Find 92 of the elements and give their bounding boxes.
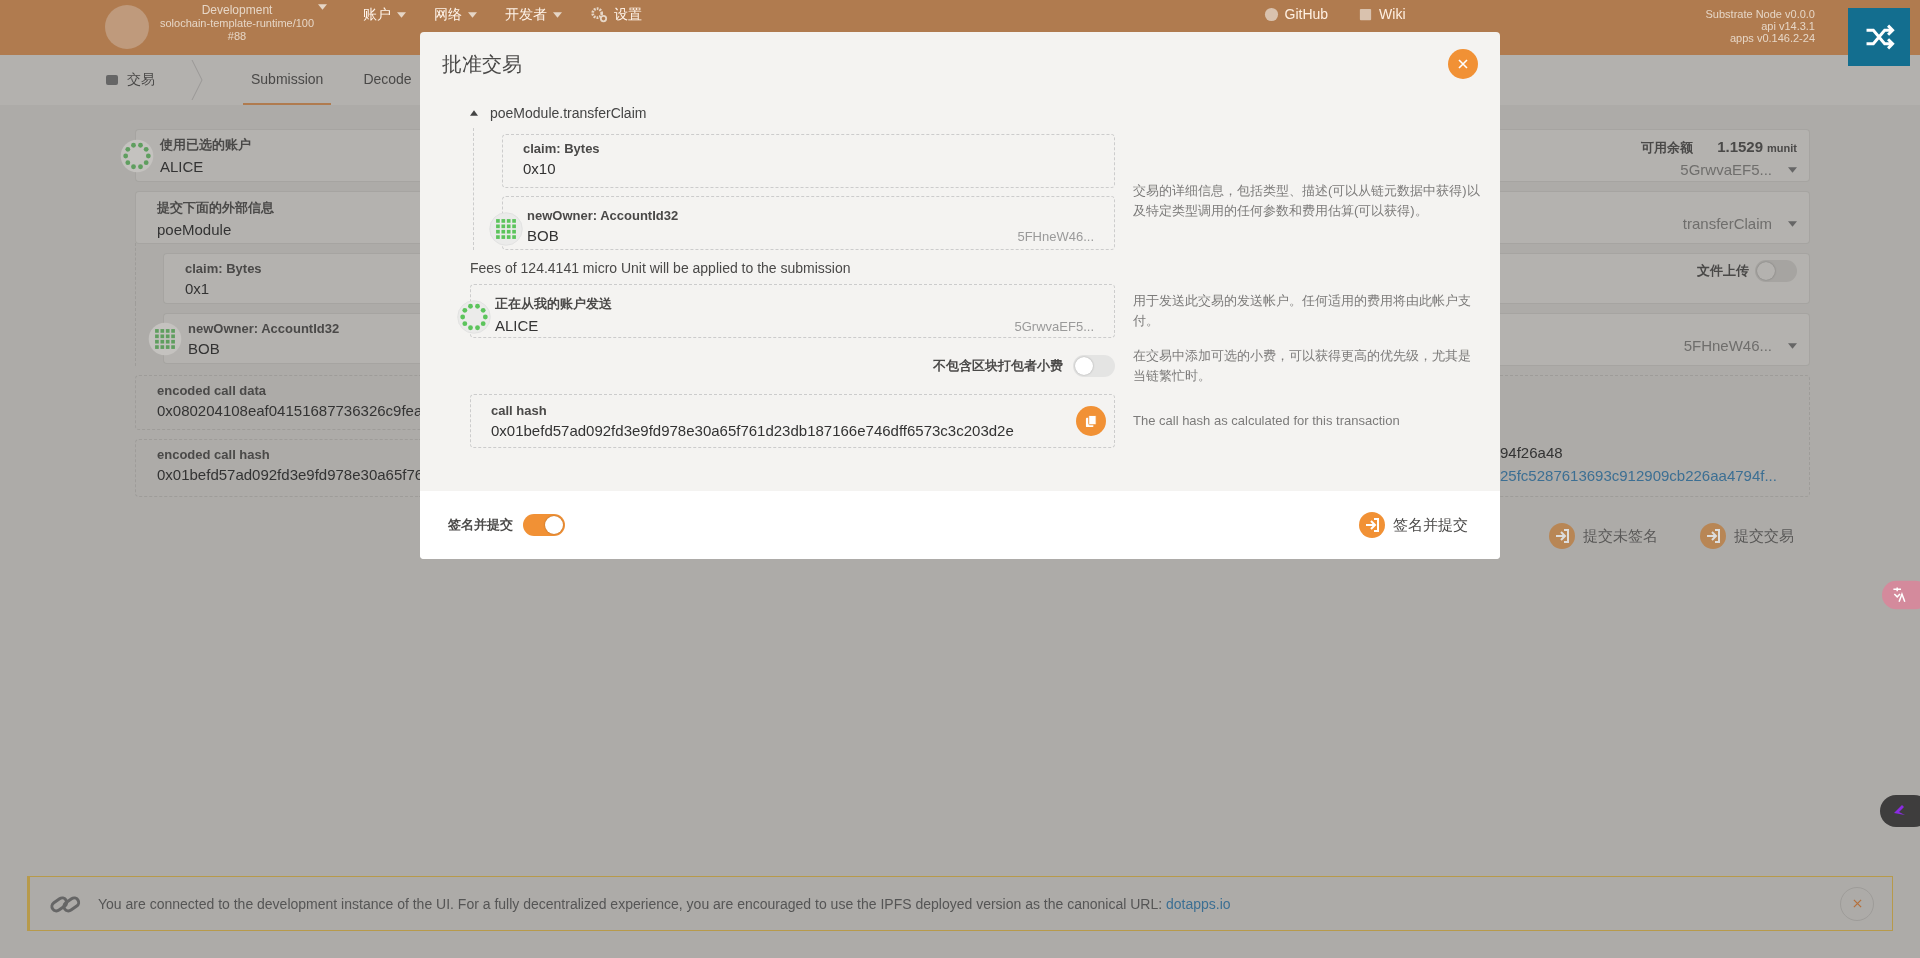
caret-icon[interactable] (1788, 342, 1797, 349)
notice-text: You are connected to the development instance of the UI. For a fully decentralized experience, you are encouraged to use the IPFS deployed version as the canonical URL: dotapps.io (98, 895, 1232, 912)
help-text: The call hash as calculated for this transaction (1133, 412, 1401, 430)
book-icon (1358, 6, 1374, 22)
submit-button[interactable]: 提交未签名 (1543, 522, 1664, 550)
close-button[interactable] (1448, 49, 1478, 79)
toggle-label: 文件上传 (1697, 262, 1749, 280)
field-label: newOwner: AccountId32 (188, 320, 340, 336)
help-text: 交易的详细信息，包括类型、描述(可以从链元数据中获得)以及特定类型调用的任何参数和费用估算(可以获得)。 (1133, 182, 1480, 220)
chain-name: Development (201, 4, 273, 17)
triangle-icon[interactable] (470, 110, 478, 116)
identicon-icon (489, 212, 523, 246)
submit-button[interactable]: 提交交易 (1694, 522, 1800, 550)
field-value: 0x10 (523, 160, 557, 177)
close-icon (1852, 899, 1862, 908)
balance-unit: munit (1767, 142, 1797, 154)
toggle-label: 签名并提交 (448, 516, 513, 534)
field-value: 0x01befd57ad092fd3e9fd978e30a65f761d23db187166e746dff6573c3c203d2e (491, 422, 1015, 439)
copy-icon (1084, 414, 1098, 428)
version-text: apps v0.146.2-24 (1730, 32, 1815, 44)
caret-icon[interactable] (1788, 220, 1797, 227)
tip-toggle[interactable] (1073, 355, 1115, 377)
call-name: poeModule.transferClaim (490, 105, 647, 121)
copy-button[interactable] (1076, 406, 1106, 436)
field-value: 0x080204108eaf04151687736326c9fea (157, 402, 420, 419)
close-icon (1458, 59, 1468, 69)
field-label: claim: Bytes (185, 261, 263, 276)
field-label: newOwner: AccountId32 (527, 208, 680, 223)
modal-title: 批准交易 (442, 51, 522, 77)
field-label: 正在从我的账户发送 (495, 294, 613, 313)
caret-icon (553, 12, 563, 18)
field-value: ALICE (495, 316, 539, 334)
tray-icon (105, 73, 119, 87)
field-label: encoded call hash (157, 447, 271, 462)
logo-icon[interactable] (104, 4, 150, 50)
field-label: 使用已选的账户 (160, 136, 251, 154)
help-text: 用于发送此交易的发送帐户。任何适用的费用将由此帐户支付。 (1133, 292, 1472, 330)
field-label: encoded call data (157, 383, 268, 398)
translate-icon[interactable] (1882, 580, 1920, 610)
header-link[interactable]: Wiki (1358, 4, 1406, 22)
help-text: 在交易中添加可选的小费，可以获得更高的优先级，尤其是当链繁忙时。 (1133, 347, 1472, 385)
identicon-icon (148, 321, 182, 356)
hash-link[interactable]: 25fc5287613693c912909cb226aa4794f... (1500, 467, 1797, 484)
notice-link[interactable]: dotapps.io (1166, 895, 1231, 912)
account-address[interactable]: 5GrwvaEF5... (1680, 161, 1772, 178)
sign-submit-button[interactable]: 签名并提交 (1353, 511, 1474, 539)
menu-item[interactable]: 设置 (584, 4, 649, 26)
field-value: poeModule (157, 221, 233, 238)
field-value: 0x01befd57ad092fd3e9fd978e30a65f76 (157, 466, 420, 483)
caret-icon[interactable] (318, 4, 328, 10)
sign-in-icon (1359, 512, 1385, 538)
field-value: ALICE (160, 158, 205, 175)
file-upload-toggle[interactable] (1755, 260, 1797, 282)
balance-value: 1.1529 (1717, 138, 1764, 155)
caret-icon (468, 12, 478, 18)
field-value: 0x1 (185, 280, 211, 297)
version-text: Substrate Node v0.0.0 (1705, 8, 1815, 20)
identicon-icon (120, 138, 154, 173)
tab[interactable]: Decode (355, 55, 420, 105)
sign-in-icon (1700, 523, 1726, 549)
call-toggle[interactable]: poeModule.transferClaim (470, 102, 1115, 124)
account-address: 5FHneW46... (1017, 229, 1094, 244)
field-label: call hash (491, 403, 548, 418)
account-address[interactable]: 5FHneW46... (1683, 337, 1772, 354)
block-number: #88 (227, 30, 247, 43)
account-address: 5GrwvaEF5... (1014, 318, 1094, 334)
section-title: 交易 (105, 55, 155, 105)
method-select[interactable]: transferClaim (1682, 215, 1772, 232)
balance-label: 可用余额 (1641, 139, 1694, 157)
field-value: BOB (527, 227, 559, 244)
field-value: BOB (188, 339, 221, 357)
caret-icon (397, 12, 407, 18)
sign-toggle[interactable] (523, 514, 565, 536)
caret-icon[interactable] (1788, 166, 1797, 173)
field-label: claim: Bytes (523, 141, 600, 156)
toggle-label: 不包含区块打包者小费 (933, 357, 1063, 375)
sign-in-icon (1549, 523, 1575, 549)
field-label: 提交下面的外部信息 (157, 199, 275, 217)
tab[interactable]: Submission (243, 55, 332, 105)
identicon-icon (457, 300, 491, 334)
fees-text: Fees of 124.4141 micro Unit will be applied to the submission (470, 260, 852, 276)
menu-item[interactable]: 开发者 (499, 4, 569, 26)
shuffle-button[interactable] (1848, 8, 1910, 66)
runtime-name: solochain-template-runtime/100 (160, 17, 315, 30)
settings-icon (590, 6, 609, 24)
header-link[interactable]: GitHub (1263, 4, 1329, 22)
menu-item[interactable]: 账户 (357, 4, 413, 26)
menu-item[interactable]: 网络 (428, 4, 484, 26)
version-text: api v14.3.1 (1761, 20, 1815, 32)
extension-icon[interactable] (1880, 795, 1920, 827)
circle-icon (1263, 6, 1279, 22)
field-value: 94f26a48 (1500, 444, 1564, 461)
